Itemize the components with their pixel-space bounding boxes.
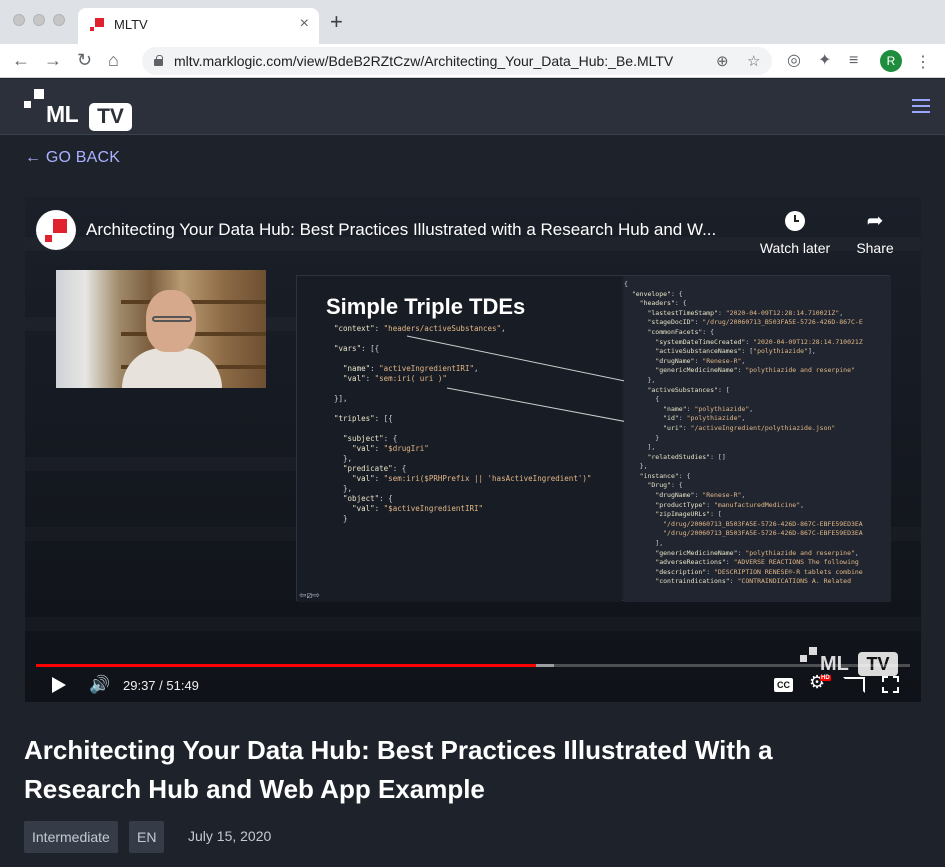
close-window-button[interactable] (13, 14, 25, 26)
video-player[interactable]: Architecting Your Data Hub: Best Practic… (25, 197, 921, 702)
json-envelope-code: { "envelope": { "headers": { "lastestTim… (624, 280, 863, 586)
home-icon[interactable]: ⌂ (108, 50, 119, 70)
publish-date: July 15, 2020 (188, 828, 272, 844)
video-title[interactable]: Architecting Your Data Hub: Best Practic… (86, 220, 751, 240)
forward-arrow-icon[interactable]: → (44, 50, 62, 70)
extension-g-icon[interactable]: ◎ (787, 53, 801, 69)
tag-language[interactable]: EN (129, 821, 165, 853)
media-queue-icon[interactable]: ≡ (849, 53, 858, 69)
presenter-webcam (56, 270, 266, 388)
logo-small-square-icon (24, 101, 31, 108)
watch-later-label: Watch later (759, 240, 831, 256)
hamburger-menu-icon[interactable] (912, 99, 930, 113)
presentation-slide: Simple Triple TDEs "context": "headers/a… (296, 275, 891, 602)
volume-icon[interactable]: 🔊 (89, 675, 110, 695)
mltv-logo[interactable]: ML TV (24, 89, 134, 131)
slide-code-panel: Simple Triple TDEs "context": "headers/a… (297, 276, 650, 602)
logo-square-icon (34, 89, 44, 99)
url-text[interactable]: mltv.marklogic.com/view/BdeB2RZtCzw/Arch… (174, 53, 673, 69)
channel-avatar[interactable] (36, 210, 76, 250)
play-icon[interactable] (52, 677, 66, 693)
watch-later-button[interactable]: Watch later (756, 211, 834, 256)
minimize-window-button[interactable] (33, 14, 45, 26)
browser-toolbar: ← → ↻ ⌂ mltv.marklogic.com/view/BdeB2RZt… (0, 44, 945, 78)
cast-icon[interactable] (843, 677, 865, 693)
logo-ml-text: ML (46, 101, 79, 127)
extensions-puzzle-icon[interactable]: ✦ (818, 53, 831, 69)
zoom-window-button[interactable] (53, 14, 65, 26)
go-back-link[interactable]: ← GO BACK (25, 149, 120, 167)
back-arrow-icon[interactable]: ← (12, 50, 30, 70)
marklogic-favicon-icon (90, 18, 104, 32)
slide-json-panel: { "envelope": { "headers": { "lastestTim… (624, 276, 891, 602)
slide-nav-icon: ⇦⧄⇨ (299, 590, 320, 600)
browser-tab[interactable]: MLTV × (78, 8, 319, 44)
reload-icon[interactable]: ↻ (77, 50, 92, 70)
site-header: ML TV (0, 79, 945, 135)
captions-icon[interactable]: CC (774, 678, 793, 692)
tab-title: MLTV (114, 17, 148, 32)
tag-level[interactable]: Intermediate (24, 821, 118, 853)
logo-tv-text: TV (89, 103, 132, 131)
share-arrow-icon: ➦ (866, 210, 884, 232)
fullscreen-icon[interactable] (882, 676, 899, 693)
address-bar[interactable]: mltv.marklogic.com/view/BdeB2RZtCzw/Arch… (142, 47, 772, 75)
install-app-icon[interactable]: ⊕ (716, 52, 729, 70)
page-title: Architecting Your Data Hub: Best Practic… (24, 735, 773, 804)
share-label: Share (856, 240, 894, 256)
time-display: 29:37 / 51:49 (123, 678, 199, 693)
profile-avatar[interactable]: R (880, 50, 902, 72)
hd-badge: HD (820, 675, 831, 681)
share-button[interactable]: ➦ Share (851, 211, 899, 256)
browser-menu-icon[interactable]: ⋮ (915, 52, 931, 72)
new-tab-button[interactable]: + (330, 11, 343, 33)
bookmark-star-icon[interactable]: ☆ (747, 52, 760, 70)
lock-icon[interactable] (154, 55, 163, 66)
clock-icon (785, 211, 805, 231)
progress-played (36, 664, 536, 667)
browser-tab-bar: MLTV × + (0, 0, 945, 44)
tab-close-icon[interactable]: × (300, 15, 309, 33)
progress-bar[interactable] (36, 664, 910, 667)
